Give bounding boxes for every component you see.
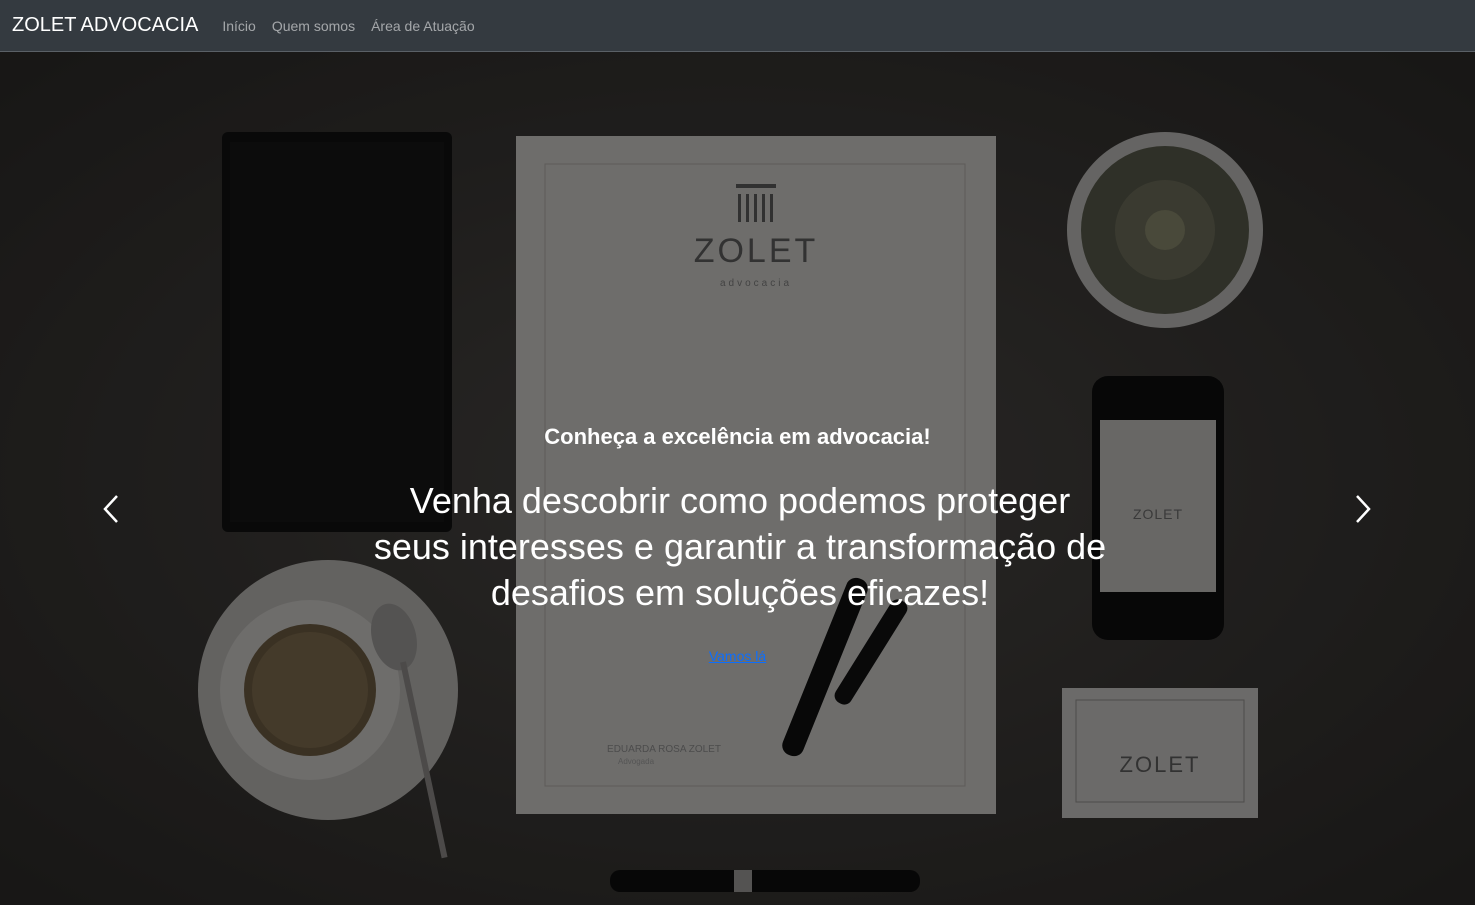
brand-logo[interactable]: ZOLET ADVOCACIA [12, 14, 198, 37]
hero-subtitle: Conheça a excelência em advocacia! [544, 424, 931, 449]
hero-cta-wrapper: Vamos lá [0, 648, 1475, 664]
carousel-prev-button[interactable] [91, 482, 131, 536]
chevron-right-icon [1356, 495, 1371, 523]
nav-link-quem-somos[interactable]: Quem somos [264, 18, 363, 34]
top-navbar: ZOLET ADVOCACIA Início Quem somos Área d… [0, 0, 1475, 52]
chevron-left-icon [103, 495, 118, 523]
cta-link[interactable]: Vamos lá [709, 648, 766, 664]
hero-carousel: ZOLET advocacia EDUARDA ROSA ZOLET Advog… [0, 52, 1475, 905]
carousel-next-button[interactable] [1343, 482, 1383, 536]
nav-link-area-atuacao[interactable]: Área de Atuação [363, 18, 483, 34]
hero-headline: Venha descobrir como podemos proteger se… [373, 480, 1107, 613]
nav-link-inicio[interactable]: Início [214, 18, 263, 34]
